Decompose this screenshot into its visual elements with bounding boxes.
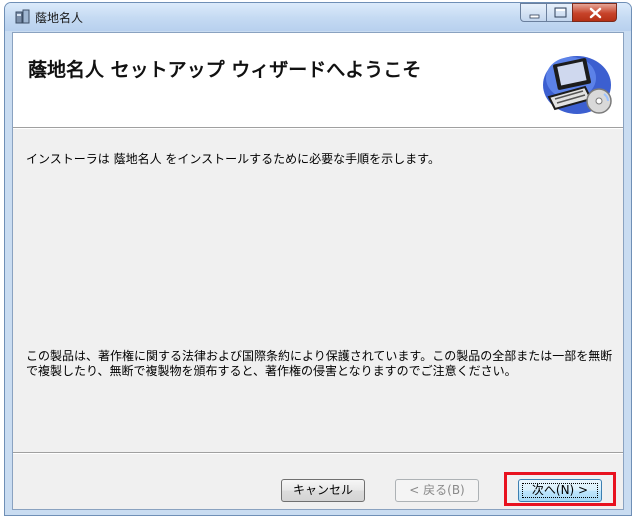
copyright-notice: この製品は、著作権に関する法律および国際条約により保護されています。この製品の全… — [26, 349, 613, 378]
intro-text: インストーラは 蔭地名人 をインストールするために必要な手順を示します。 — [26, 152, 440, 166]
title-bar[interactable]: 蔭地名人 — [5, 3, 631, 31]
maximize-button[interactable] — [546, 3, 573, 22]
next-button-highlight — [504, 472, 616, 506]
computer-cd-icon — [543, 56, 612, 114]
page-title: 蔭地名人 セットアップ ウィザードへようこそ — [28, 59, 422, 81]
wizard-header: 蔭地名人 セットアップ ウィザードへようこそ — [13, 33, 623, 128]
installer-window: 蔭地名人 蔭地名人 セットアップ ウィザードへようこそ インストーラは 蔭地名人… — [4, 2, 632, 516]
minimize-button[interactable] — [520, 3, 547, 22]
button-separator-highlight — [13, 453, 623, 454]
back-button[interactable]: < 戻る(B) — [395, 479, 479, 502]
cancel-button[interactable]: キャンセル — [281, 479, 365, 502]
wizard-client-area: 蔭地名人 セットアップ ウィザードへようこそ インストーラは 蔭地名人 をインス… — [12, 32, 624, 510]
header-separator — [13, 128, 623, 129]
installer-icon — [15, 9, 30, 24]
window-title: 蔭地名人 — [35, 11, 84, 25]
close-button[interactable] — [572, 3, 617, 22]
